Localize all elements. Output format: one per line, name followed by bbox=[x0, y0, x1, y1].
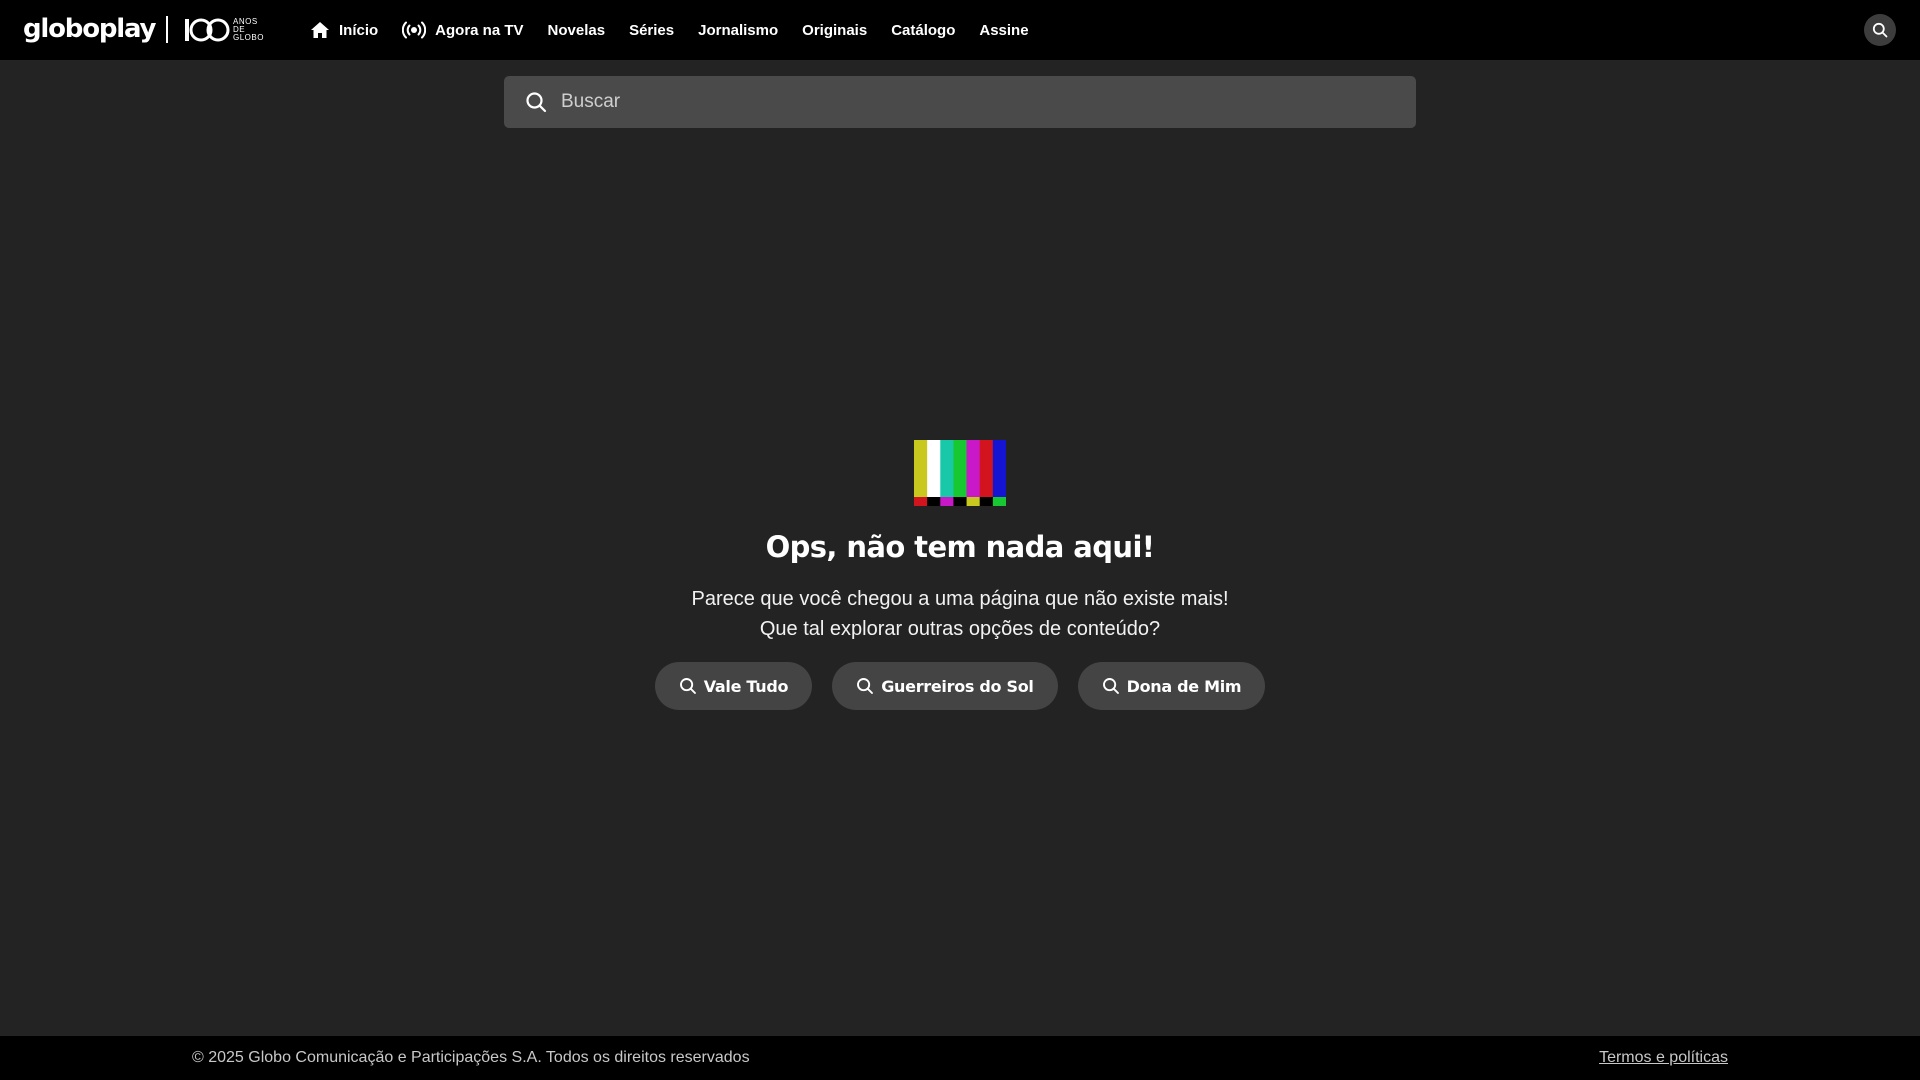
suggestion-dona-de-mim-button[interactable]: Dona de Mim bbox=[1077, 662, 1266, 710]
home-icon bbox=[310, 21, 330, 39]
globo-100-years-badge: ANOS DE GLOBO bbox=[184, 14, 264, 46]
color-bar-top bbox=[966, 440, 981, 497]
nav-item-agora-na-tv[interactable]: Agora na TV bbox=[390, 0, 535, 60]
main-nav: Início Agora na TV Novelas Séries Jornal… bbox=[310, 0, 1041, 60]
footer: © 2025 Globo Comunicação e Participações… bbox=[0, 1036, 1920, 1080]
empty-state-line-2: Que tal explorar outras opções de conteú… bbox=[759, 618, 1161, 640]
suggestion-list: Vale Tudo Guerreiros do Sol Dona de Mim bbox=[0, 662, 1920, 710]
hundred-years-icon bbox=[185, 18, 230, 42]
nav-item-label: Agora na TV bbox=[435, 21, 524, 39]
color-bar-bottom bbox=[966, 497, 981, 506]
color-bar-top bbox=[914, 440, 928, 497]
centenary-text: ANOS DE GLOBO bbox=[233, 18, 264, 42]
search-icon bbox=[525, 91, 547, 113]
color-bar-top bbox=[979, 440, 994, 497]
color-bar-bottom bbox=[953, 497, 967, 506]
logo-divider bbox=[166, 16, 168, 43]
nav-item-label: Início bbox=[339, 21, 379, 39]
globoplay-logo[interactable]: globoplay bbox=[23, 12, 156, 46]
color-bar-top bbox=[940, 440, 954, 497]
color-bar-bottom bbox=[992, 497, 1006, 506]
copyright-text: © 2025 Globo Comunicação e Participações… bbox=[192, 1049, 750, 1066]
nav-item-jornalismo[interactable]: Jornalismo bbox=[686, 0, 790, 60]
search-bar[interactable] bbox=[504, 76, 1416, 128]
search-icon bbox=[1102, 677, 1120, 695]
suggestion-vale-tudo-button[interactable]: Vale Tudo bbox=[654, 662, 813, 710]
color-bar-bottom bbox=[940, 497, 954, 506]
nav-item-catalogo[interactable]: Catálogo bbox=[879, 0, 967, 60]
nav-item-inicio[interactable]: Início bbox=[310, 0, 390, 60]
search-icon bbox=[679, 677, 697, 695]
empty-state-title: Ops, não tem nada aqui! bbox=[765, 530, 1155, 564]
nav-item-originais[interactable]: Originais bbox=[790, 0, 879, 60]
color-bar-bottom bbox=[914, 497, 928, 506]
color-bar-bottom bbox=[979, 497, 994, 506]
centenary-line-3: GLOBO bbox=[233, 33, 264, 42]
nav-item-series[interactable]: Séries bbox=[617, 0, 686, 60]
top-navigation-bar: globoplay ANOS DE GLOBO Início Agora na … bbox=[0, 0, 1920, 60]
color-bar-top bbox=[927, 440, 941, 497]
search-input[interactable] bbox=[561, 76, 1416, 128]
tv-color-bars-icon bbox=[914, 440, 1006, 506]
empty-state-message: Parece que você chegou a uma página que … bbox=[0, 584, 1920, 644]
terms-link[interactable]: Termos e políticas bbox=[1599, 1049, 1728, 1067]
suggestion-guerreiros-do-sol-button[interactable]: Guerreiros do Sol bbox=[832, 662, 1058, 710]
search-icon bbox=[856, 677, 874, 695]
nav-item-assine[interactable]: Assine bbox=[967, 0, 1040, 60]
suggestion-label: Dona de Mim bbox=[1126, 676, 1242, 696]
nav-item-novelas[interactable]: Novelas bbox=[536, 0, 618, 60]
suggestion-label: Vale Tudo bbox=[703, 676, 789, 696]
live-broadcast-icon bbox=[402, 21, 427, 39]
empty-state-line-1: Parece que você chegou a uma página que … bbox=[691, 588, 1229, 610]
suggestion-label: Guerreiros do Sol bbox=[881, 676, 1034, 696]
color-bar-bottom bbox=[927, 497, 941, 506]
header-search-button[interactable] bbox=[1864, 14, 1896, 46]
color-bar-top bbox=[953, 440, 967, 497]
search-icon bbox=[1872, 22, 1888, 38]
color-bar-top bbox=[992, 440, 1006, 497]
